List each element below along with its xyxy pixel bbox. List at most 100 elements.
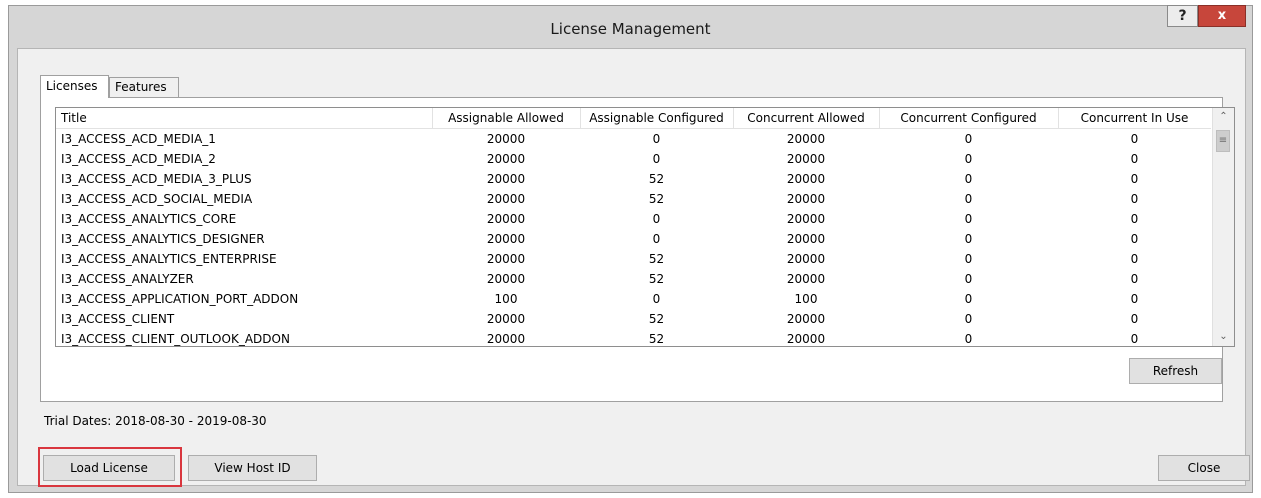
table-row[interactable]: I3_ACCESS_ANALYTICS_ENTERPRISE 20000 52 … [56,249,1211,269]
cell-concurrent-configured: 0 [964,232,973,246]
vertical-scrollbar[interactable]: ⌃ ≡ ⌄ [1212,108,1234,346]
tab-licenses[interactable]: Licenses [40,75,109,98]
cell-assignable-allowed: 20000 [486,172,526,186]
cell-concurrent-in-use: 0 [1130,152,1139,166]
cell-concurrent-configured: 0 [964,252,973,266]
cell-concurrent-in-use: 0 [1130,132,1139,146]
cell-concurrent-allowed: 20000 [786,152,826,166]
cell-concurrent-configured: 0 [964,152,973,166]
window-close-button[interactable]: x [1198,5,1246,27]
window-title: License Management [550,20,711,38]
cell-concurrent-allowed: 100 [794,292,818,306]
table-row[interactable]: I3_ACCESS_APPLICATION_PORT_ADDON 100 0 1… [56,289,1211,309]
cell-assignable-configured: 0 [652,212,661,226]
cell-concurrent-in-use: 0 [1130,252,1139,266]
chevron-down-icon[interactable]: ⌄ [1213,328,1234,346]
view-host-id-button[interactable]: View Host ID [188,455,317,481]
cell-assignable-allowed: 20000 [486,192,526,206]
cell-title: I3_ACCESS_APPLICATION_PORT_ADDON [61,292,299,306]
cell-assignable-configured: 0 [652,292,661,306]
cell-assignable-configured: 52 [648,192,665,206]
cell-concurrent-configured: 0 [964,312,973,326]
help-button[interactable]: ? [1167,5,1198,27]
cell-title: I3_ACCESS_ACD_MEDIA_3_PLUS [61,172,252,186]
table-row[interactable]: I3_ACCESS_ANALYTICS_CORE 20000 0 20000 0… [56,209,1211,229]
licenses-panel: Title Assignable Allowed Assignable Conf… [40,97,1235,402]
column-header-concurrent-configured[interactable]: Concurrent Configured [879,108,1059,129]
cell-title: I3_ACCESS_CLIENT_OUTLOOK_ADDON [61,332,290,346]
cell-concurrent-in-use: 0 [1130,332,1139,346]
cell-concurrent-in-use: 0 [1130,232,1139,246]
cell-title: I3_ACCESS_CLIENT [61,312,175,326]
cell-concurrent-allowed: 20000 [786,332,826,346]
cell-title: I3_ACCESS_ANALYTICS_ENTERPRISE [61,252,277,266]
licenses-table-viewport: Title Assignable Allowed Assignable Conf… [56,108,1211,346]
table-row[interactable]: I3_ACCESS_ANALYZER 20000 52 20000 0 0 [56,269,1211,289]
license-management-dialog: License Management ? x Licenses Features [8,5,1253,493]
column-header-title[interactable]: Title [56,108,433,129]
table-row[interactable]: I3_ACCESS_CLIENT 20000 52 20000 0 0 [56,309,1211,329]
cell-title: I3_ACCESS_ACD_MEDIA_2 [61,152,216,166]
cell-concurrent-in-use: 0 [1130,192,1139,206]
table-row[interactable]: I3_ACCESS_ACD_MEDIA_1 20000 0 20000 0 0 [56,129,1211,150]
table-header-row: Title Assignable Allowed Assignable Conf… [56,108,1211,129]
cell-assignable-configured: 52 [648,332,665,346]
cell-assignable-allowed: 100 [494,292,518,306]
cell-assignable-allowed: 20000 [486,252,526,266]
cell-concurrent-configured: 0 [964,332,973,346]
dialog-body: Licenses Features Title Assignable Allow [17,48,1250,487]
chevron-up-icon[interactable]: ⌃ [1213,108,1234,126]
cell-assignable-configured: 0 [652,152,661,166]
licenses-table[interactable]: Title Assignable Allowed Assignable Conf… [55,107,1235,347]
cell-assignable-configured: 0 [652,132,661,146]
cell-concurrent-in-use: 0 [1130,212,1139,226]
load-license-button[interactable]: Load License [43,455,175,481]
cell-title: I3_ACCESS_ANALYTICS_DESIGNER [61,232,265,246]
cell-assignable-allowed: 20000 [486,332,526,346]
trial-dates-label: Trial Dates: 2018-08-30 - 2019-08-30 [44,414,267,428]
cell-concurrent-allowed: 20000 [786,272,826,286]
cell-concurrent-allowed: 20000 [786,192,826,206]
cell-concurrent-configured: 0 [964,172,973,186]
cell-concurrent-configured: 0 [964,132,973,146]
tab-features[interactable]: Features [109,77,179,97]
cell-concurrent-in-use: 0 [1130,292,1139,306]
cell-concurrent-in-use: 0 [1130,312,1139,326]
cell-concurrent-configured: 0 [964,292,973,306]
cell-concurrent-configured: 0 [964,192,973,206]
column-header-concurrent-allowed[interactable]: Concurrent Allowed [733,108,880,129]
cell-assignable-configured: 52 [648,172,665,186]
cell-concurrent-allowed: 20000 [786,132,826,146]
table-row[interactable]: I3_ACCESS_ANALYTICS_DESIGNER 20000 0 200… [56,229,1211,249]
table-row[interactable]: I3_ACCESS_ACD_SOCIAL_MEDIA 20000 52 2000… [56,189,1211,209]
cell-assignable-allowed: 20000 [486,152,526,166]
table-row[interactable]: I3_ACCESS_CLIENT_OUTLOOK_ADDON 20000 52 … [56,329,1211,346]
cell-title: I3_ACCESS_ACD_MEDIA_1 [61,132,216,146]
cell-assignable-configured: 52 [648,252,665,266]
cell-assignable-configured: 52 [648,312,665,326]
cell-concurrent-allowed: 20000 [786,172,826,186]
cell-concurrent-allowed: 20000 [786,232,826,246]
cell-assignable-allowed: 20000 [486,232,526,246]
table-row[interactable]: I3_ACCESS_ACD_MEDIA_2 20000 0 20000 0 0 [56,149,1211,169]
cell-assignable-allowed: 20000 [486,312,526,326]
cell-assignable-allowed: 20000 [486,212,526,226]
refresh-button[interactable]: Refresh [1129,358,1222,384]
cell-concurrent-in-use: 0 [1130,172,1139,186]
column-header-assignable-allowed[interactable]: Assignable Allowed [432,108,581,129]
cell-title: I3_ACCESS_ACD_SOCIAL_MEDIA [61,192,253,206]
column-header-concurrent-in-use[interactable]: Concurrent In Use [1058,108,1211,129]
cell-assignable-configured: 0 [652,232,661,246]
title-bar: License Management ? x [9,5,1252,48]
cell-assignable-allowed: 20000 [486,132,526,146]
table-row[interactable]: I3_ACCESS_ACD_MEDIA_3_PLUS 20000 52 2000… [56,169,1211,189]
column-header-assignable-configured[interactable]: Assignable Configured [580,108,734,129]
cell-concurrent-allowed: 20000 [786,312,826,326]
cell-title: I3_ACCESS_ANALYTICS_CORE [61,212,237,226]
cell-concurrent-allowed: 20000 [786,212,826,226]
cell-assignable-configured: 52 [648,272,665,286]
scrollbar-thumb[interactable]: ≡ [1216,130,1230,152]
licenses-grid: Title Assignable Allowed Assignable Conf… [56,108,1211,346]
cell-title: I3_ACCESS_ANALYZER [61,272,194,286]
close-button[interactable]: Close [1158,455,1250,481]
